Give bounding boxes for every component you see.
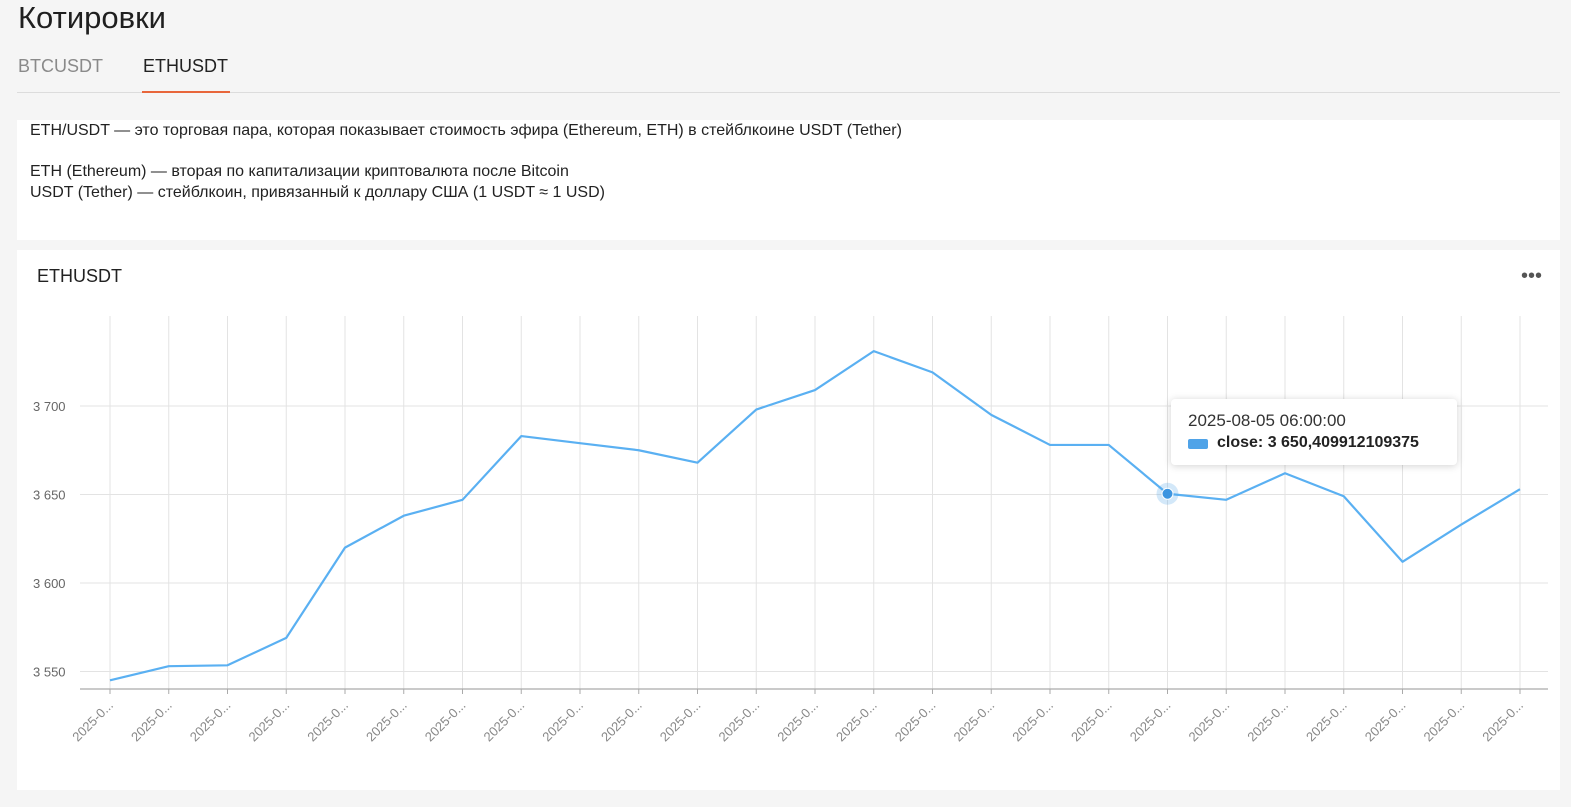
- y-tick-label: 3 700: [33, 399, 66, 414]
- x-tick-label: 2025-0...: [1009, 698, 1056, 745]
- tab-ethusdt[interactable]: ETHUSDT: [142, 56, 230, 93]
- x-tick-label: 2025-0...: [539, 698, 586, 745]
- tab-btcusdt[interactable]: BTCUSDT: [18, 56, 103, 91]
- chart-tooltip: 2025-08-05 06:00:00 close: 3 650,4099121…: [1171, 399, 1457, 465]
- y-tick-label: 3 600: [33, 576, 66, 591]
- x-tick-label: 2025-0...: [1068, 698, 1115, 745]
- tab-active-underline: [142, 91, 230, 93]
- x-tick-label: 2025-0...: [480, 698, 527, 745]
- x-tick-label: 2025-0...: [245, 698, 292, 745]
- chart-title: ETHUSDT: [37, 266, 122, 286]
- y-tick-label: 3 650: [33, 488, 66, 503]
- y-tick-label: 3 550: [33, 665, 66, 680]
- x-tick-label: 2025-0...: [774, 698, 821, 745]
- tab-label: BTCUSDT: [18, 56, 103, 76]
- x-tick-label: 2025-0...: [304, 698, 351, 745]
- x-tick-label: 2025-0...: [892, 698, 939, 745]
- x-tick-label: 2025-0...: [950, 698, 997, 745]
- page-title: Котировки: [18, 0, 166, 35]
- tooltip-title: 2025-08-05 06:00:00: [1188, 411, 1346, 430]
- x-tick-label: 2025-0...: [1127, 698, 1174, 745]
- tab-bar: BTCUSDT ETHUSDT: [17, 48, 1560, 93]
- x-tick-label: 2025-0...: [833, 698, 880, 745]
- chart-card: 3 550 3 600 3 650 3 700 2025-0... 2025-0... 20…: [17, 250, 1560, 790]
- x-tick-label: 2025-0...: [1479, 698, 1526, 745]
- tooltip-series-swatch: [1188, 439, 1208, 449]
- x-tick-label: 2025-0...: [598, 698, 645, 745]
- line-chart: 3 5503 6003 6503 7002025-0... 2025-0... 20…: [33, 316, 1548, 745]
- description-line: ETH (Ethereum) — вторая по капитализации…: [30, 163, 569, 180]
- x-tick-label: 2025-0...: [363, 698, 410, 745]
- x-tick-label: 2025-0...: [715, 698, 762, 745]
- description-line: USDT (Tether) — стейблкоин, привязанный …: [30, 184, 605, 201]
- x-tick-label: 2025-0...: [422, 698, 469, 745]
- more-horizontal-icon[interactable]: •••: [1521, 266, 1542, 286]
- x-tick-label: 2025-0...: [1420, 698, 1467, 745]
- x-tick-label: 2025-0...: [1362, 698, 1409, 745]
- description-card: ETH/USDT — это торговая пара, которая по…: [17, 120, 1560, 240]
- tab-label: ETHUSDT: [143, 56, 228, 76]
- description-line: ETH/USDT — это торговая пара, которая по…: [30, 122, 902, 139]
- x-tick-label: 2025-0...: [187, 698, 234, 745]
- x-tick-label: 2025-0...: [69, 698, 116, 745]
- x-tick-label: 2025-0...: [1244, 698, 1291, 745]
- x-tick-label: 2025-0...: [1185, 698, 1232, 745]
- x-tick-label: 2025-0...: [128, 698, 175, 745]
- tooltip-value: close: 3 650,409912109375: [1217, 434, 1419, 451]
- highlight-point: [1161, 487, 1174, 500]
- x-tick-label: 2025-0...: [657, 698, 704, 745]
- x-tick-label: 2025-0...: [1303, 698, 1350, 745]
